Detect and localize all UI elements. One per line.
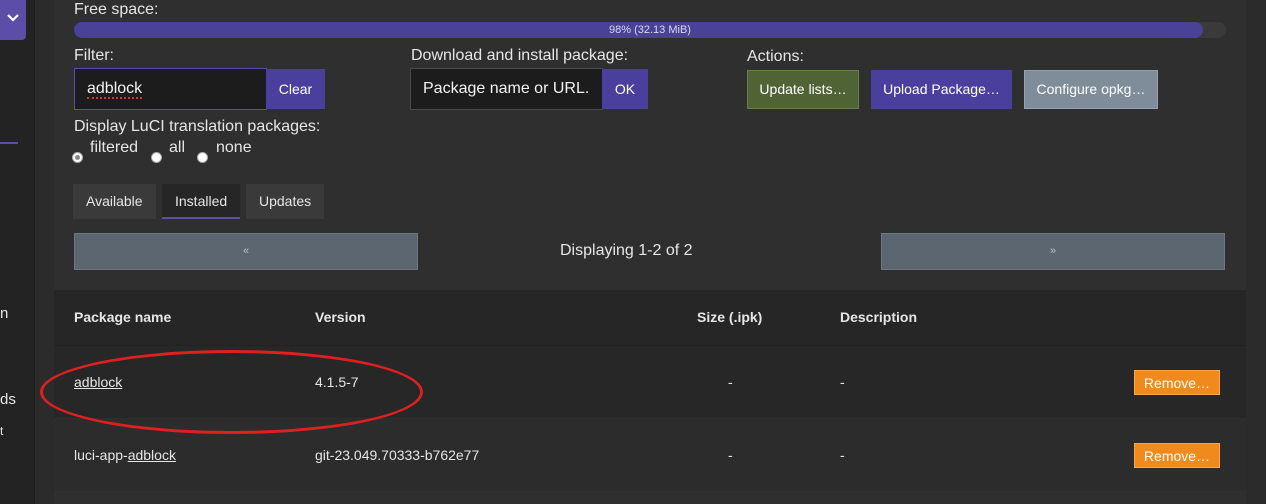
upload-package-button[interactable]: Upload Package… [871, 70, 1012, 109]
update-lists-button[interactable]: Update lists… [747, 70, 859, 109]
radio-filtered-label: filtered [90, 139, 139, 156]
header-package-name: Package name [74, 309, 172, 325]
sidebar-item-fragment[interactable]: ds [0, 391, 16, 408]
radio-all[interactable] [151, 152, 162, 163]
package-version: git-23.049.70333-b762e77 [315, 447, 480, 463]
download-label: Download and install package: [411, 47, 629, 64]
translation-label: Display LuCI translation packages: [74, 118, 321, 135]
radio-none-label: none [216, 139, 252, 156]
ok-button[interactable]: OK [602, 69, 648, 109]
package-description: - [840, 447, 845, 463]
header-size: Size (.ipk) [697, 309, 763, 325]
package-link[interactable]: adblock [128, 447, 176, 463]
configure-opkg-button[interactable]: Configure opkg… [1024, 70, 1158, 109]
header-description: Description [840, 309, 918, 325]
pager-status: Displaying 1-2 of 2 [560, 242, 693, 259]
chevron-down-icon [7, 14, 19, 22]
package-name-cell: luci-app-adblock [74, 447, 176, 463]
sidebar-item-fragment[interactable]: t [0, 424, 3, 438]
remove-button[interactable]: Remove… [1134, 443, 1220, 468]
sidebar-active-indicator [0, 142, 18, 144]
tab-updates[interactable]: Updates [246, 184, 325, 219]
package-description: - [840, 374, 845, 390]
table-header: Package name Version Size (.ipk) Descrip… [54, 290, 1246, 346]
table-row: luci-app-adblock git-23.049.70333-b762e7… [54, 419, 1246, 491]
package-version: 4.1.5-7 [315, 374, 359, 390]
sidebar-item-fragment[interactable]: n [0, 305, 8, 322]
radio-filtered[interactable] [72, 152, 83, 163]
remove-button[interactable]: Remove… [1134, 370, 1220, 395]
actions-label: Actions: [747, 48, 804, 65]
pager-next-button[interactable]: » [881, 233, 1225, 270]
free-space-progress: 98% (32.13 MiB) [74, 22, 1226, 38]
package-url-input[interactable]: Package name or URL. [410, 68, 603, 110]
clear-button[interactable]: Clear [266, 69, 325, 109]
table-row: adblock 4.1.5-7 - - Remove… [54, 346, 1246, 418]
package-link[interactable]: adblock [74, 374, 122, 390]
package-name-prefix: luci-app- [74, 447, 128, 463]
tab-installed[interactable]: Installed [162, 184, 241, 219]
pager-prev-button[interactable]: « [74, 233, 418, 270]
package-size: - [728, 374, 733, 390]
header-version: Version [315, 309, 366, 325]
package-name-cell: adblock [74, 374, 122, 390]
free-space-progress-text: 98% (32.13 MiB) [609, 24, 691, 36]
radio-none[interactable] [197, 152, 208, 163]
radio-all-label: all [169, 139, 186, 156]
filter-label: Filter: [74, 47, 114, 64]
package-size: - [728, 447, 733, 463]
free-space-label: Free space: [74, 1, 159, 18]
sidebar-toggle-button[interactable] [0, 0, 26, 40]
sidebar: n ds t [0, 0, 35, 504]
filter-input[interactable]: adblock [74, 68, 267, 110]
tab-available[interactable]: Available [73, 184, 156, 219]
filter-input-value: adblock [87, 80, 143, 99]
